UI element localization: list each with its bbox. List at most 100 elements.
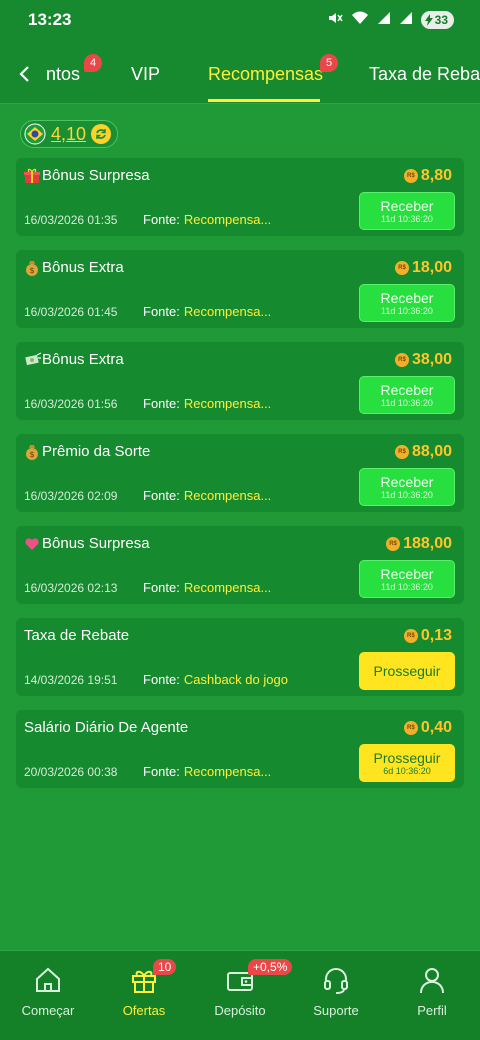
reward-card: $ Prêmio da Sorte R$ 88,00 16/03/2026 02:09 F… bbox=[16, 434, 464, 512]
coin-icon: R$ bbox=[386, 537, 401, 551]
coin-icon: R$ bbox=[403, 629, 418, 643]
button-label: Prosseguir bbox=[373, 749, 441, 766]
reward-amount: R$ 188,00 bbox=[386, 535, 452, 553]
receive-button[interactable]: Receber 11d 10:36:20 bbox=[359, 560, 455, 598]
reward-source-value: Recompensa... bbox=[183, 580, 272, 595]
coin-icon: R$ bbox=[403, 169, 418, 183]
balance-value: 4,10 bbox=[51, 123, 87, 144]
button-timer: 11d 10:36:20 bbox=[381, 397, 433, 408]
nav-start-label: Começar bbox=[21, 1003, 75, 1018]
button-label: Receber bbox=[380, 289, 434, 306]
reward-title-text: Bônus Extra bbox=[42, 351, 124, 368]
nav-offers-label: Ofertas bbox=[122, 1003, 166, 1018]
flying-money-icon bbox=[24, 351, 42, 368]
receive-button[interactable]: Receber 11d 10:36:20 bbox=[359, 468, 455, 506]
button-timer: 11d 10:36:20 bbox=[381, 581, 433, 592]
reward-title: Taxa de Rebate bbox=[24, 627, 129, 644]
reward-date: 16/03/2026 02:13 bbox=[24, 581, 118, 595]
reward-source-value: Recompensa... bbox=[183, 396, 272, 411]
reward-title-text: Bônus Extra bbox=[42, 259, 124, 276]
receive-button[interactable]: Receber 11d 10:36:20 bbox=[359, 192, 455, 230]
reward-title: Salário Diário De Agente bbox=[24, 719, 188, 736]
tab-rebate[interactable]: Taxa de Rebat bbox=[369, 64, 480, 85]
status-icons: 33 bbox=[327, 10, 454, 31]
money-bag-icon: $ bbox=[24, 444, 40, 460]
reward-title-text: Prêmio da Sorte bbox=[42, 443, 151, 460]
nav-support[interactable]: Suporte bbox=[288, 951, 384, 1040]
reward-source-label: Fonte: bbox=[143, 212, 180, 227]
chevron-left-icon bbox=[19, 66, 29, 82]
reward-date: 16/03/2026 01:35 bbox=[24, 213, 118, 227]
headset-icon bbox=[320, 964, 352, 996]
reward-card: Bônus Extra R$ 38,00 16/03/2026 01:56 Fonte:… bbox=[16, 342, 464, 420]
reward-source-label: Fonte: bbox=[143, 672, 180, 687]
receive-button[interactable]: Receber 11d 10:36:20 bbox=[359, 376, 455, 414]
continue-button[interactable]: Prosseguir bbox=[359, 652, 455, 690]
reward-card: Bônus Surpresa R$ 8,80 16/03/2026 01:35 Font… bbox=[16, 158, 464, 236]
reward-date: 20/03/2026 00:38 bbox=[24, 765, 118, 779]
reward-title-text: Taxa de Rebate bbox=[24, 627, 130, 644]
back-button[interactable] bbox=[14, 62, 34, 86]
nav-start[interactable]: Começar bbox=[0, 951, 96, 1040]
reward-source: Fonte: Recompensa... bbox=[143, 212, 271, 227]
button-label: Receber bbox=[380, 565, 434, 582]
bottom-nav: Começar Ofertas 10 Depósito +0,5% Suport… bbox=[0, 950, 480, 1040]
battery-level: 33 bbox=[434, 13, 448, 27]
nav-profile[interactable]: Perfil bbox=[384, 951, 480, 1040]
signal-icon bbox=[399, 11, 413, 30]
reward-source-value: Recompensa... bbox=[183, 212, 272, 227]
coin-icon: R$ bbox=[394, 445, 409, 459]
coin-icon: R$ bbox=[403, 721, 418, 735]
coin-icon: R$ bbox=[394, 261, 409, 275]
reward-source: Fonte: Recompensa... bbox=[143, 304, 271, 319]
button-label: Receber bbox=[380, 197, 434, 214]
battery-charging-icon: 33 bbox=[420, 11, 454, 29]
reward-source-label: Fonte: bbox=[143, 304, 180, 319]
reward-source-value: Recompensa... bbox=[183, 488, 272, 503]
mute-icon bbox=[327, 10, 343, 31]
reward-amount-value: 188,00 bbox=[403, 535, 452, 552]
gift-icon bbox=[24, 168, 40, 184]
reward-card: $ Bônus Extra R$ 18,00 16/03/2026 01:45 Fonte… bbox=[16, 250, 464, 328]
reward-card: Salário Diário De Agente R$ 0,40 20/03/2026… bbox=[16, 710, 464, 788]
reward-amount: R$ 0,13 bbox=[403, 627, 452, 645]
nav-offers-badge: 10 bbox=[153, 959, 177, 975]
reward-amount-value: 0,40 bbox=[420, 719, 452, 736]
home-icon bbox=[32, 964, 64, 996]
reward-title: $ Prêmio da Sorte bbox=[24, 443, 150, 460]
tab-events-badge: 4 bbox=[84, 54, 102, 72]
nav-deposit-label: Depósito bbox=[214, 1003, 266, 1018]
reward-title: Bônus Surpresa bbox=[24, 167, 150, 184]
tab-rewards-badge: 5 bbox=[320, 54, 338, 72]
tab-vip[interactable]: VIP bbox=[131, 64, 160, 85]
reward-date: 16/03/2026 01:45 bbox=[24, 305, 118, 319]
button-label: Receber bbox=[380, 473, 434, 490]
button-timer: 6d 10:36:20 bbox=[383, 765, 431, 776]
receive-button[interactable]: Receber 11d 10:36:20 bbox=[359, 284, 455, 322]
reward-title: Bônus Extra bbox=[24, 351, 124, 368]
nav-offers[interactable]: Ofertas 10 bbox=[96, 951, 192, 1040]
reward-source-label: Fonte: bbox=[143, 488, 180, 503]
refresh-icon[interactable] bbox=[91, 124, 112, 144]
button-timer: 11d 10:36:20 bbox=[381, 489, 433, 500]
heart-icon bbox=[24, 536, 40, 552]
reward-amount: R$ 0,40 bbox=[403, 719, 452, 737]
svg-text:$: $ bbox=[29, 450, 34, 459]
reward-amount-value: 0,13 bbox=[420, 627, 452, 644]
nav-deposit-badge: +0,5% bbox=[248, 959, 293, 975]
reward-amount: R$ 8,80 bbox=[403, 167, 452, 185]
reward-amount: R$ 88,00 bbox=[394, 443, 452, 461]
reward-date: 16/03/2026 02:09 bbox=[24, 489, 118, 503]
tab-rewards[interactable]: Recompensas bbox=[208, 64, 323, 85]
button-label: Receber bbox=[380, 381, 434, 398]
continue-button[interactable]: Prosseguir 6d 10:36:20 bbox=[359, 744, 455, 782]
reward-amount: R$ 38,00 bbox=[394, 351, 452, 369]
balance-pill: 4,10 bbox=[20, 120, 118, 148]
reward-source: Fonte: Recompensa... bbox=[143, 396, 271, 411]
reward-amount: R$ 18,00 bbox=[394, 259, 452, 277]
tab-events[interactable]: ntos bbox=[46, 64, 80, 85]
status-time: 13:23 bbox=[28, 10, 72, 29]
nav-deposit[interactable]: Depósito +0,5% bbox=[192, 951, 293, 1040]
tabs-bar: ntos 4 VIP Recompensas 5 Taxa de Rebat bbox=[0, 40, 480, 104]
reward-card: Bônus Surpresa R$ 188,00 16/03/2026 02:13 Fo… bbox=[16, 526, 464, 604]
